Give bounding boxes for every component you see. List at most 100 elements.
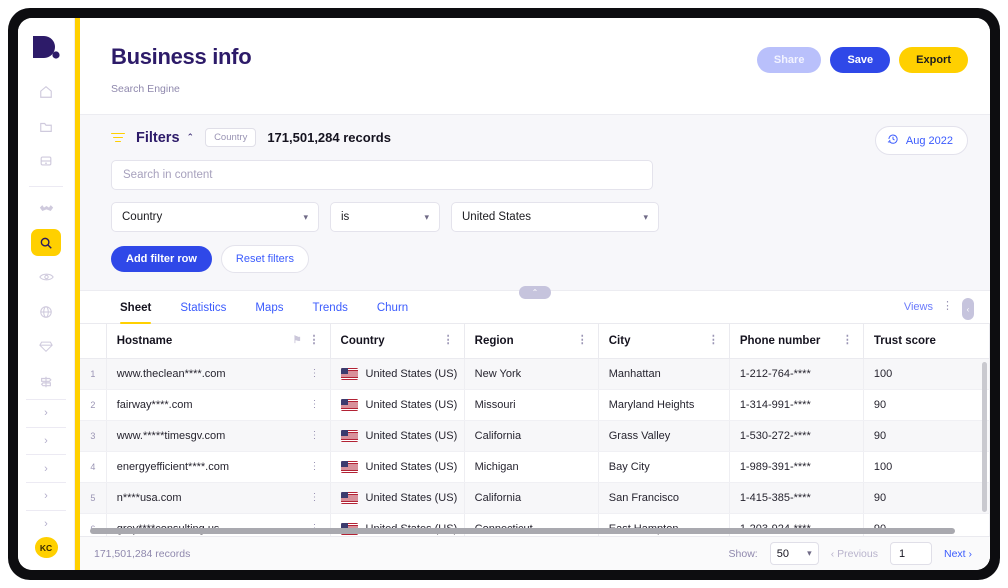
cell-phone-number: 1-530-272-**** bbox=[729, 420, 864, 452]
row-kebab-icon[interactable]: ⋮ bbox=[310, 492, 320, 503]
tab-sheet[interactable]: Sheet bbox=[120, 302, 152, 324]
search-icon[interactable] bbox=[31, 229, 61, 257]
chevron-down-icon: ▾ bbox=[643, 211, 648, 222]
search-in-content-box[interactable] bbox=[111, 160, 653, 190]
table-vertical-scrollbar[interactable] bbox=[982, 362, 987, 512]
column-header-country[interactable]: Country ⋮ bbox=[330, 324, 465, 359]
previous-page-button[interactable]: ‹ Previous bbox=[831, 548, 878, 560]
cell-phone-number: 1-212-764-**** bbox=[729, 358, 864, 390]
globe-icon[interactable] bbox=[31, 299, 61, 326]
cell-city: Maryland Heights bbox=[598, 389, 730, 421]
table-row[interactable]: 1 ⋮ www.theclean****.com United States (US)… bbox=[80, 358, 990, 390]
column-header-trust-score[interactable]: Trust score bbox=[863, 324, 990, 359]
cell-city: San Francisco bbox=[598, 482, 730, 514]
column-kebab-icon[interactable]: ⋮ bbox=[708, 335, 719, 346]
row-index: 4 bbox=[80, 451, 107, 483]
table-row[interactable]: 4 ⋮ energyefficient****.com United States (… bbox=[80, 451, 990, 483]
table-horizontal-scrollbar[interactable] bbox=[90, 528, 955, 534]
page-subtitle: Search Engine bbox=[111, 83, 180, 95]
column-kebab-icon[interactable]: ⋮ bbox=[443, 335, 454, 346]
column-header-hostname[interactable]: Hostname ⚑ ⋮ bbox=[106, 324, 331, 359]
column-label: Hostname bbox=[116, 334, 173, 347]
rail-expand-4[interactable]: › bbox=[26, 482, 66, 510]
add-filter-row-button[interactable]: Add filter row bbox=[111, 246, 212, 272]
folder-icon[interactable] bbox=[31, 113, 61, 140]
next-page-button[interactable]: Next › bbox=[944, 548, 972, 560]
cell-country: United States (US) bbox=[330, 420, 465, 452]
diamond-icon[interactable] bbox=[31, 334, 61, 361]
cell-region: Missouri bbox=[464, 389, 599, 421]
column-header-phone-number[interactable]: Phone number ⋮ bbox=[729, 324, 864, 359]
table-row[interactable]: 3 ⋮ www.*****timesgv.com United States (US)… bbox=[80, 420, 990, 452]
us-flag-icon bbox=[340, 460, 358, 473]
cell-country: United States (US) bbox=[330, 358, 465, 390]
table-footer: 171,501,284 records Show: 50 ▾ ‹ Previou… bbox=[80, 536, 990, 570]
tabs-kebab-icon[interactable]: ⋮ bbox=[942, 301, 953, 312]
search-input[interactable] bbox=[123, 169, 641, 181]
cell-hostname: ⋮ www.theclean****.com bbox=[106, 358, 331, 390]
filter-operator-select[interactable]: is ▾ bbox=[330, 202, 440, 232]
chevron-right-icon: › bbox=[968, 547, 973, 560]
filter-field-value: Country bbox=[122, 211, 163, 223]
chevron-up-icon[interactable]: ⌃ bbox=[187, 132, 195, 143]
rail-expand-2[interactable]: › bbox=[26, 426, 66, 455]
eye-icon[interactable] bbox=[31, 264, 61, 291]
bat-icon[interactable] bbox=[31, 195, 61, 222]
tab-trends[interactable]: Trends bbox=[312, 302, 347, 323]
filter-value-select[interactable]: United States ▾ bbox=[451, 202, 659, 232]
cell-region: California bbox=[464, 482, 599, 514]
column-kebab-icon[interactable]: ⋮ bbox=[842, 335, 853, 346]
table-scroll-left-handle[interactable]: ‹ bbox=[962, 298, 974, 320]
column-kebab-icon[interactable]: ⋮ bbox=[577, 335, 588, 346]
database-icon[interactable] bbox=[31, 148, 61, 175]
table-body: 1 ⋮ www.theclean****.com United States (US)… bbox=[80, 358, 990, 536]
next-label: Next bbox=[943, 547, 966, 560]
views-button[interactable]: Views bbox=[904, 301, 933, 313]
save-button[interactable]: Save bbox=[830, 47, 891, 73]
export-button[interactable]: Export bbox=[899, 47, 968, 73]
filter-field-select[interactable]: Country ▾ bbox=[111, 202, 319, 232]
tab-maps[interactable]: Maps bbox=[255, 302, 283, 323]
avatar[interactable]: KC bbox=[34, 537, 58, 558]
table-row[interactable]: 5 ⋮ n****usa.com United States (US) Californ… bbox=[80, 482, 990, 514]
row-kebab-icon[interactable]: ⋮ bbox=[310, 430, 320, 441]
row-kebab-icon[interactable]: ⋮ bbox=[310, 368, 320, 379]
row-index: 2 bbox=[80, 389, 107, 421]
share-button[interactable]: Share bbox=[756, 47, 822, 73]
pin-icon[interactable]: ⚑ bbox=[293, 335, 302, 346]
tab-statistics[interactable]: Statistics bbox=[180, 302, 226, 323]
main-content: Business info Search Engine Share Save E… bbox=[80, 18, 990, 570]
date-range-button[interactable]: Aug 2022 bbox=[874, 126, 968, 155]
table-row[interactable]: 2 ⋮ fairway****.com United States (US) Misso… bbox=[80, 389, 990, 421]
filters-label: Filters bbox=[136, 129, 180, 146]
row-index: 5 bbox=[80, 482, 107, 514]
cell-region: Michigan bbox=[464, 451, 599, 483]
row-kebab-icon[interactable]: ⋮ bbox=[310, 461, 320, 472]
column-header-city[interactable]: City ⋮ bbox=[598, 324, 730, 359]
column-header-region[interactable]: Region ⋮ bbox=[464, 324, 599, 359]
pagination: Show: 50 ▾ ‹ Previous 1 Next › bbox=[729, 542, 972, 565]
filter-actions: Add filter row Reset filters bbox=[111, 245, 968, 273]
cell-phone-number: 1-314-991-**** bbox=[729, 389, 864, 421]
page-number-input[interactable]: 1 bbox=[889, 542, 932, 565]
rail-expand-3[interactable]: › bbox=[26, 454, 66, 482]
column-kebab-icon[interactable]: ⋮ bbox=[309, 335, 320, 346]
filter-chip-country[interactable]: Country bbox=[205, 128, 257, 147]
us-flag-icon bbox=[340, 367, 358, 380]
cell-hostname: ⋮ n****usa.com bbox=[106, 482, 331, 514]
signpost-icon[interactable] bbox=[31, 368, 61, 395]
tab-churn[interactable]: Churn bbox=[377, 302, 408, 323]
reset-filters-button[interactable]: Reset filters bbox=[220, 245, 309, 273]
column-label: Trust score bbox=[873, 334, 936, 347]
home-icon[interactable] bbox=[31, 79, 61, 106]
column-label: Phone number bbox=[739, 334, 821, 347]
data-table-container: Hostname ⚑ ⋮ Country ⋮ Region ⋮ City ⋮ P… bbox=[80, 324, 990, 536]
row-kebab-icon[interactable]: ⋮ bbox=[310, 399, 320, 410]
rail-expand-5[interactable]: › bbox=[26, 509, 66, 538]
page-size-select[interactable]: 50 ▾ bbox=[769, 542, 819, 565]
us-flag-icon bbox=[340, 398, 358, 411]
rail-expand-1[interactable]: › bbox=[26, 398, 66, 427]
app-screen: › › › › › KC › Business info Search Engi… bbox=[18, 18, 990, 570]
cell-country: United States (US) bbox=[330, 389, 465, 421]
cell-trust-score: 90 bbox=[863, 420, 990, 452]
